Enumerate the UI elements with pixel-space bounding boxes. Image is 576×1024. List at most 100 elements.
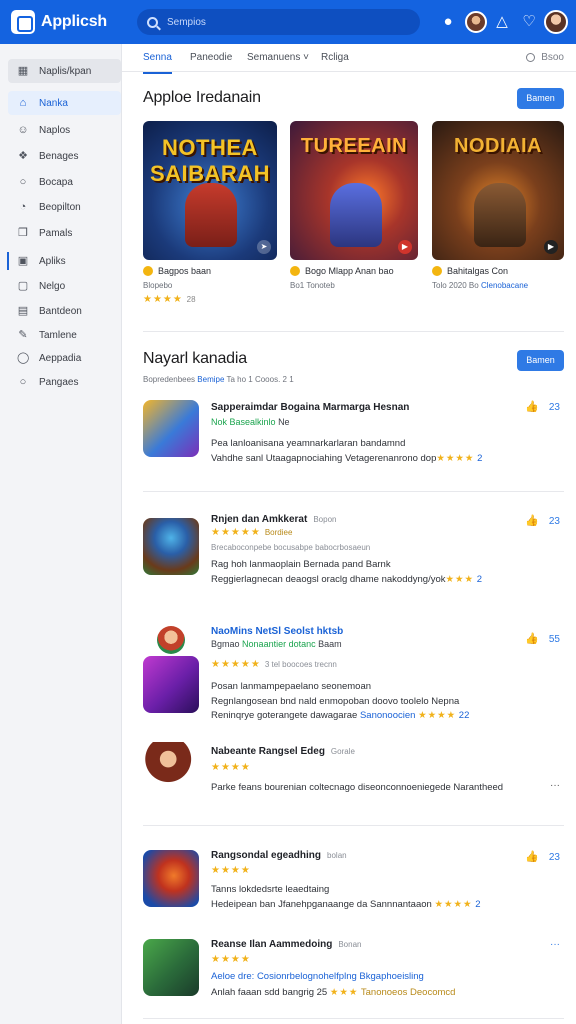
- item-actions[interactable]: 👍 23: [525, 400, 560, 413]
- wishlist-heart-icon[interactable]: ♡: [519, 12, 539, 32]
- sidebar-item-3[interactable]: ❖ Benages: [8, 144, 121, 168]
- sidebar-item-label: Aeppadia: [39, 352, 82, 364]
- game-description-2-text: Reggierlagnecan deaogsl oraclg dhame nak…: [211, 574, 446, 585]
- item-actions[interactable]: 👍 23: [525, 850, 560, 863]
- sidebar-item-label: Pangaes: [39, 376, 79, 388]
- list-item[interactable]: NaoMins NetSl Seolst hktsb Bgmao Nonaant…: [143, 624, 564, 724]
- like-icon[interactable]: 👍: [525, 515, 539, 527]
- play-icon[interactable]: ▶: [398, 240, 412, 254]
- search-bar[interactable]: [137, 9, 420, 35]
- game-description-2: Reggierlagnecan deaogsl oraclg dhame nak…: [211, 574, 482, 585]
- tab-0[interactable]: Senna: [143, 52, 172, 74]
- tab-search[interactable]: Bsoo: [526, 52, 564, 63]
- featured-card[interactable]: NODIAIA ▶ Bahitalgas Con Tolo 2020 Bo Cl…: [432, 121, 564, 290]
- rating-count: 2: [476, 574, 482, 585]
- play-icon[interactable]: ▶: [544, 240, 558, 254]
- game-icon: [143, 656, 199, 713]
- game-cover-title: NOTHEA SAIBARAH: [149, 135, 271, 186]
- list-item[interactable]: Nabeante Rangsel Edeg Gorale ★★★★ Parke f…: [143, 740, 564, 820]
- game-sub: Tolo 2020 Bo Clenobacane: [432, 281, 564, 290]
- game-link[interactable]: Sanonoocien: [360, 710, 415, 721]
- rating-count: 2: [475, 899, 481, 910]
- game-mini-icon: [157, 626, 185, 654]
- game-sub-rest: Ne: [278, 417, 290, 427]
- featured-card[interactable]: NOTHEA SAIBARAH ➤ Bagpos baan Blopebo ★★…: [143, 121, 277, 305]
- filter-link[interactable]: Bemipe: [197, 375, 224, 384]
- like-count: 55: [548, 634, 560, 645]
- game-description-3-text: Reninqrye goterangete dawagarae: [211, 710, 358, 721]
- sidebar-item-11[interactable]: ◯ Aeppadia: [8, 346, 121, 370]
- like-icon[interactable]: 👍: [525, 401, 539, 413]
- friend-avatar-icon[interactable]: [465, 11, 487, 33]
- rating-stars-glyphs: ★★★★★: [211, 659, 261, 670]
- sidebar-item-7[interactable]: ▣ Apliks: [7, 249, 121, 273]
- featured-see-all-button[interactable]: Bamen: [517, 88, 564, 109]
- filter-right: Ta ho 1 Cooos. 2 1: [226, 375, 294, 384]
- rating-stars: ★★★★★ Bordiee: [211, 527, 292, 538]
- game-name: Bogo Mlapp Anan bao: [290, 266, 418, 276]
- game-description-2: Hedeipean ban Jfanehpganaange da Sannnan…: [211, 899, 480, 910]
- sidebar-item-label: Bantdeon: [39, 305, 82, 317]
- list-item[interactable]: Rangsondal egeadhing bolan ★★★★ Tanns lok…: [143, 848, 564, 918]
- list-item[interactable]: Reanse Ilan Aammedoing Bonan ★★★★ Aeloe d…: [143, 937, 564, 1007]
- search-input[interactable]: [167, 16, 397, 28]
- game-cover-title: TUREEAIN: [300, 135, 408, 157]
- search-icon: [526, 53, 536, 62]
- game-meta: Gorale: [330, 747, 355, 756]
- divider: [143, 331, 564, 332]
- list-item[interactable]: Sapperaimdar Bogaina Marmarga Hesnan Nok…: [143, 398, 564, 490]
- game-title: Reanse Ilan Aammedoing Bonan: [211, 939, 361, 950]
- sidebar-item-label: Pamals: [39, 227, 73, 239]
- sidebar-item-10[interactable]: ✎ Tamlene: [8, 323, 121, 347]
- sidebar-item-2[interactable]: ☺ Naplos: [8, 118, 121, 142]
- coin-icon: [432, 266, 442, 276]
- game-cover-image: NODIAIA ▶: [432, 121, 564, 260]
- notification-bell-icon[interactable]: ●: [438, 12, 458, 32]
- rating-count: 22: [458, 710, 470, 721]
- sidebar-item-1[interactable]: ⌂ Nanka: [8, 91, 121, 115]
- tab-2[interactable]: Semanuens ˅: [247, 52, 309, 63]
- item-actions[interactable]: 👍 55: [525, 632, 560, 645]
- game-link[interactable]: Tanonoeos Deocomcd: [361, 987, 456, 998]
- game-description-3: Reninqrye goterangete dawagarae Sanonooc…: [211, 710, 469, 721]
- game-sub-label: Bgmao: [211, 639, 240, 649]
- sidebar-item-4[interactable]: ○ Bocapa: [8, 170, 121, 194]
- character-art: [474, 183, 526, 247]
- item-actions[interactable]: 👍 23: [525, 514, 560, 527]
- sidebar-item-12[interactable]: ○ Pangaes: [8, 370, 121, 394]
- game-sub-link[interactable]: Clenobacane: [481, 281, 528, 290]
- like-icon[interactable]: 👍: [525, 633, 539, 645]
- sidebar-item-label: Nelgo: [39, 280, 66, 292]
- sidebar-item-9[interactable]: ▤ Bantdeon: [8, 299, 121, 323]
- layers-icon: ❖: [18, 150, 28, 162]
- tab-3[interactable]: Rcliga: [321, 52, 349, 63]
- rating-stars: ★★★★: [434, 899, 473, 910]
- game-description-2: Anlah faaan sdd bangrig 25 ★★★ Tanonoeos…: [211, 987, 455, 998]
- circle-icon: ◯: [17, 352, 30, 364]
- divider: [143, 491, 564, 492]
- share-icon[interactable]: ➤: [257, 240, 271, 254]
- more-options-icon[interactable]: ···: [550, 939, 560, 950]
- more-options-icon[interactable]: ···: [550, 780, 560, 791]
- sidebar: ▦ Naplis/kpan ⌂ Nanka ☺ Naplos ❖ Benages ○ Bo…: [0, 44, 122, 1024]
- list-item[interactable]: Rnjen dan Amkkerat Bopon ★★★★★ Bordiee Bre…: [143, 512, 564, 604]
- user-avatar[interactable]: [544, 10, 568, 34]
- list-see-all-button[interactable]: Bamen: [517, 350, 564, 371]
- like-count: 23: [548, 402, 560, 413]
- sidebar-item-6[interactable]: ❒ Pamals: [8, 221, 121, 245]
- sidebar-item-label: Naplos: [39, 124, 71, 136]
- tab-1[interactable]: Paneodie: [190, 52, 232, 63]
- sidebar-item-5[interactable]: ◔ Beopilton: [8, 195, 121, 219]
- home-icon: ⌂: [19, 97, 27, 109]
- app-logo[interactable]: Applicsh: [11, 10, 107, 34]
- tab-bar: Senna Paneodie Semanuens ˅ Rcliga Bsoo: [122, 44, 576, 74]
- sidebar-item-label: Tamlene: [39, 329, 77, 341]
- app-name: Applicsh: [41, 13, 107, 30]
- like-icon[interactable]: 👍: [525, 851, 539, 863]
- featured-card[interactable]: TUREEAIN ▶ Bogo Mlapp Anan bao Bo1 Tonot…: [290, 121, 418, 290]
- share-icon[interactable]: △: [492, 12, 512, 32]
- game-title: Rnjen dan Amkkerat Bopon: [211, 514, 336, 525]
- game-sub: Nok Basealkinlo Ne: [211, 417, 290, 427]
- sidebar-item-0[interactable]: ▦ Naplis/kpan: [8, 59, 121, 83]
- sidebar-item-8[interactable]: ▢ Nelgo: [8, 274, 121, 298]
